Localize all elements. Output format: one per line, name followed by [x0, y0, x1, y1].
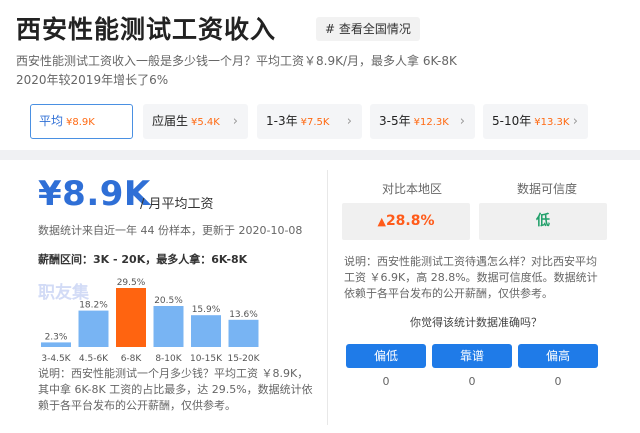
compare-description: 说明：西安性能测试工资待遇怎么样？对比西安平均工资 ￥6.9K，高 28.8%。…	[344, 255, 598, 300]
average-salary-unit: / 月平均工资	[140, 197, 214, 212]
tab-salary: ¥7.5K	[300, 117, 330, 128]
compare-region-value: 28.8%	[385, 213, 435, 229]
view-national-tag[interactable]: # 查看全国情况	[316, 17, 420, 41]
experience-tabs: 平均 ¥8.9K 应届生 ¥5.4K › 1-3年 ¥7.5K › 3-5年 ¥12.3…	[30, 104, 630, 140]
chart-category-label-2: 6-8K	[121, 354, 143, 364]
chart-value-label-1: 18.2%	[79, 301, 108, 311]
tab-label: 5-10年	[492, 114, 532, 128]
tab-1-3-years[interactable]: 1-3年 ¥7.5K ›	[257, 104, 362, 139]
credibility-heading: 数据可信度	[517, 182, 578, 196]
salary-footnote: 说明：西安性能测试一个月多少钱？平均工资 ￥8.9K，其中拿 6K-8K 工资的…	[38, 367, 313, 412]
description-line-1: 西安性能测试工资收入一般是多少钱一个月？平均工资￥8.9K/月，最多人拿 6K-…	[16, 54, 457, 68]
chart-category-label-3: 8-10K	[155, 354, 182, 364]
arrow-up-icon: ▲	[377, 215, 386, 228]
chart-bar-5	[228, 319, 259, 347]
tab-salary: ¥12.3K	[413, 117, 449, 128]
tab-salary: ¥8.9K	[66, 117, 95, 128]
tab-label: 应届生	[152, 114, 189, 128]
credibility-value: 低	[536, 213, 550, 229]
chart-bar-0	[41, 342, 71, 347]
average-salary: ¥8.9K	[38, 174, 151, 214]
chart-value-label-0: 2.3%	[45, 332, 68, 342]
sample-note: 数据统计来自近一年 44 份样本，更新于 2020-10-08	[38, 224, 303, 237]
page-description: 西安性能测试工资收入一般是多少钱一个月？平均工资￥8.9K/月，最多人拿 6K-…	[16, 52, 486, 90]
chart-bar-3	[153, 306, 184, 347]
salary-distribution-chart: 2.3% 3-4.5K 18.2% 4.5-6K 29.5% 6-8K 20.5% 8-10K…	[41, 278, 261, 364]
chart-category-label-5: 15-20K	[227, 354, 260, 364]
chart-value-label-2: 29.5%	[117, 278, 146, 288]
chart-bar-1	[78, 310, 109, 347]
tab-salary: ¥5.4K	[191, 117, 220, 128]
section-separator	[0, 150, 640, 160]
tab-label: 3-5年	[379, 114, 411, 128]
vote-high-button[interactable]: 偏高	[518, 344, 598, 368]
credibility-box: 低	[479, 203, 607, 240]
tab-5-10-years[interactable]: 5-10年 ¥13.3K ›	[483, 104, 588, 139]
tab-3-5-years[interactable]: 3-5年 ¥12.3K ›	[370, 104, 475, 139]
accuracy-question: 你觉得该统计数据准确吗？	[410, 316, 542, 329]
chart-bar-2	[116, 288, 146, 347]
page-header: 西安性能测试工资收入 # 查看全国情况 西安性能测试工资收入一般是多少钱一个月？…	[0, 0, 640, 150]
compare-region-heading: 对比本地区	[382, 182, 443, 196]
vote-reliable-count: 0	[468, 375, 476, 388]
vote-low-button[interactable]: 偏低	[346, 344, 426, 368]
tab-graduate[interactable]: 应届生 ¥5.4K ›	[143, 104, 248, 139]
vote-high-count: 0	[554, 375, 562, 388]
tab-label: 平均	[39, 114, 64, 128]
description-line-2: 2020年较2019年增长了6%	[16, 73, 169, 87]
chevron-right-icon: ›	[572, 114, 578, 129]
vote-low-count: 0	[382, 375, 390, 388]
chart-value-label-5: 13.6%	[229, 310, 258, 320]
chevron-right-icon: ›	[459, 114, 465, 129]
chart-value-label-4: 15.9%	[192, 305, 221, 315]
tab-average[interactable]: 平均 ¥8.9K	[30, 104, 133, 139]
comparison-panel: 对比本地区 数据可信度 ▲28.8% 低 说明：西安性能测试工资待遇怎么样？对比…	[340, 160, 610, 433]
chart-category-label-0: 3-4.5K	[41, 354, 71, 364]
chart-bar-4	[191, 315, 221, 347]
chart-category-label-1: 4.5-6K	[79, 354, 109, 364]
salary-panel: ¥8.9K / 月平均工资 数据统计来自近一年 44 份样本，更新于 2020-…	[24, 160, 324, 433]
vote-reliable-button[interactable]: 靠谱	[432, 344, 512, 368]
compare-region-box: ▲28.8%	[342, 203, 470, 240]
chevron-right-icon: ›	[232, 114, 238, 129]
panel-divider	[327, 170, 328, 425]
chevron-right-icon: ›	[346, 114, 352, 129]
page-title: 西安性能测试工资收入	[16, 15, 277, 44]
tab-salary: ¥13.3K	[534, 117, 570, 128]
chart-category-label-4: 10-15K	[190, 354, 223, 364]
tab-label: 1-3年	[266, 114, 298, 128]
chart-value-label-3: 20.5%	[154, 296, 183, 306]
